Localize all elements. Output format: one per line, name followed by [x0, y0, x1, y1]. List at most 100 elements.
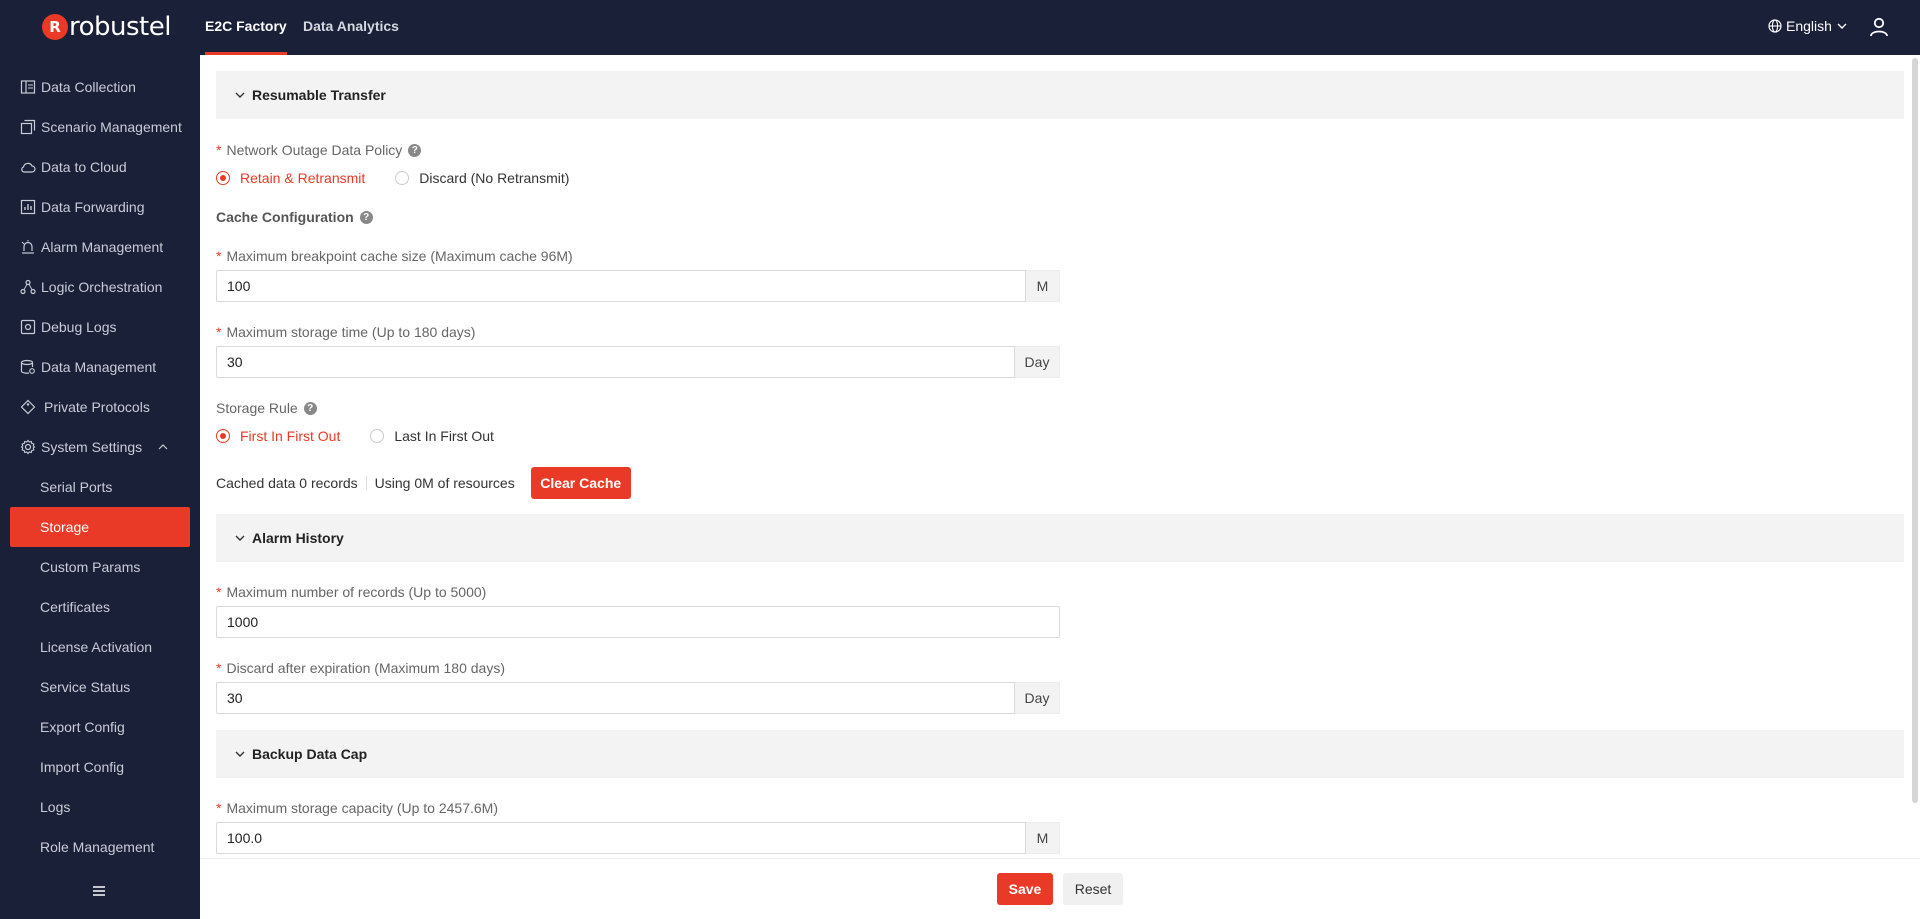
sidebar-item-label: Data Forwarding [41, 199, 145, 215]
max-time-label: * Maximum storage time (Up to 180 days) [216, 324, 475, 340]
sidebar: Data Collection Scenario Management Data… [0, 55, 200, 919]
radio-circle [370, 429, 385, 443]
sidebar-item-label: Data Collection [41, 79, 136, 95]
help-icon[interactable]: ? [408, 143, 422, 157]
sidebar-item-serial-ports[interactable]: Serial Ports [0, 467, 200, 507]
sidebar-item-import-config[interactable]: Import Config [0, 747, 200, 787]
radio-discard[interactable]: Discard (No Retransmit) [395, 170, 569, 186]
radio-circle [395, 171, 410, 185]
sidebar-item-logs[interactable]: Logs [0, 787, 200, 827]
radio-fifo[interactable]: First In First Out [216, 428, 340, 444]
sidebar-item-data-management[interactable]: Data Management [0, 347, 200, 387]
sidebar-item-license-activation[interactable]: License Activation [0, 627, 200, 667]
required-mark: * [216, 248, 222, 264]
sidebar-item-logic-orchestration[interactable]: Logic Orchestration [0, 267, 200, 307]
discard-input[interactable] [216, 682, 1015, 714]
sidebar-item-private-protocols[interactable]: Private Protocols [0, 387, 200, 427]
help-icon[interactable]: ? [359, 210, 373, 224]
tab-e2c-factory[interactable]: E2C Factory [205, 0, 287, 55]
save-button[interactable]: Save [997, 873, 1053, 905]
cached-records-text: Cached data 0 records [216, 475, 358, 491]
max-cache-unit: M [1026, 270, 1060, 302]
max-capacity-unit: M [1026, 822, 1060, 854]
alarm-icon [21, 240, 34, 254]
sidebar-item-data-collection[interactable]: Data Collection [0, 67, 200, 107]
sidebar-item-label: Import Config [40, 759, 125, 775]
robustel-logo[interactable]: R robustel [42, 14, 171, 40]
max-time-input-group: Day [216, 346, 1060, 378]
tab-data-analytics[interactable]: Data Analytics [303, 0, 399, 55]
sidebar-item-label: Logic Orchestration [41, 279, 163, 295]
max-cache-input-group: M [216, 270, 1060, 302]
required-mark: * [216, 142, 222, 158]
sidebar-item-custom-params[interactable]: Custom Params [0, 547, 200, 587]
policy-radio-group: Retain & Retransmit Discard (No Retransm… [216, 170, 599, 186]
chevron-down-icon [235, 751, 245, 757]
max-cache-input[interactable] [216, 270, 1026, 302]
section-resumable-transfer[interactable]: Resumable Transfer [216, 71, 1904, 119]
max-records-input[interactable] [216, 606, 1060, 638]
protocol-icon [20, 399, 36, 415]
sidebar-item-label: Storage [40, 519, 90, 535]
chevron-down-icon [235, 535, 245, 541]
sidebar-item-service-status[interactable]: Service Status [0, 667, 200, 707]
sidebar-item-label: License Activation [40, 639, 153, 655]
required-mark: * [216, 324, 222, 340]
sidebar-item-label: Scenario Management [41, 119, 182, 135]
max-capacity-input[interactable] [216, 822, 1026, 854]
radio-label: First In First Out [240, 428, 341, 444]
radio-label: Discard (No Retransmit) [419, 170, 570, 186]
chevron-up-icon [158, 444, 168, 450]
sidebar-item-label: Debug Logs [41, 319, 117, 335]
radio-lifo[interactable]: Last In First Out [370, 428, 494, 444]
logic-icon [20, 279, 36, 295]
required-mark: * [216, 584, 222, 600]
sidebar-item-label: Custom Params [40, 559, 141, 575]
sidebar-item-data-to-cloud[interactable]: Data to Cloud [0, 147, 200, 187]
radio-label: Last In First Out [394, 428, 494, 444]
discard-label: * Discard after expiration (Maximum 180 … [216, 660, 505, 676]
sidebar-item-certificates[interactable]: Certificates [0, 587, 200, 627]
sidebar-item-role-management[interactable]: Role Management [0, 827, 200, 867]
section-title: Backup Data Cap [252, 746, 368, 762]
section-alarm-history[interactable]: Alarm History [216, 514, 1904, 562]
max-time-input[interactable] [216, 346, 1015, 378]
language-label: English [1786, 18, 1832, 34]
language-selector[interactable]: English [1768, 18, 1848, 34]
resources-used-text: Using 0M of resources [374, 475, 515, 491]
divider [365, 476, 367, 490]
form-footer: Save Reset [200, 858, 1920, 919]
required-mark: * [216, 800, 222, 816]
sidebar-item-alarm-management[interactable]: Alarm Management [0, 227, 200, 267]
menu-collapse-icon[interactable] [92, 885, 106, 897]
sidebar-item-export-config[interactable]: Export Config [0, 707, 200, 747]
sidebar-item-label: Private Protocols [44, 399, 150, 415]
required-mark: * [216, 660, 222, 676]
sidebar-item-system-settings[interactable]: System Settings [0, 427, 200, 467]
max-capacity-label-text: Maximum storage capacity (Up to 2457.6M) [226, 800, 499, 816]
section-backup-data-cap[interactable]: Backup Data Cap [216, 730, 1904, 778]
help-icon[interactable]: ? [303, 401, 317, 415]
user-icon[interactable] [1869, 17, 1889, 40]
clear-cache-button[interactable]: Clear Cache [530, 467, 631, 499]
max-capacity-input-group: M [216, 822, 1060, 854]
logo-mark-icon: R [42, 14, 68, 40]
chevron-down-icon [235, 92, 245, 98]
debug-icon [20, 319, 36, 335]
sidebar-item-label: Logs [40, 799, 71, 815]
sidebar-item-scenario-management[interactable]: Scenario Management [0, 107, 200, 147]
sidebar-item-storage[interactable]: Storage [10, 507, 190, 547]
discard-input-group: Day [216, 682, 1060, 714]
sidebar-item-label: Serial Ports [40, 479, 113, 495]
storage-rule-label-text: Storage Rule [216, 400, 298, 416]
scrollbar[interactable] [1912, 58, 1918, 803]
policy-label-text: Network Outage Data Policy [226, 142, 403, 158]
globe-icon [1768, 19, 1782, 33]
sidebar-item-data-forwarding[interactable]: Data Forwarding [0, 187, 200, 227]
reset-button[interactable]: Reset [1063, 873, 1123, 905]
radio-retain-retransmit[interactable]: Retain & Retransmit [216, 170, 365, 186]
sidebar-item-label: Certificates [40, 599, 111, 615]
cache-config-label: Cache Configuration ? [216, 209, 373, 225]
sidebar-item-debug-logs[interactable]: Debug Logs [0, 307, 200, 347]
discard-unit: Day [1015, 682, 1060, 714]
